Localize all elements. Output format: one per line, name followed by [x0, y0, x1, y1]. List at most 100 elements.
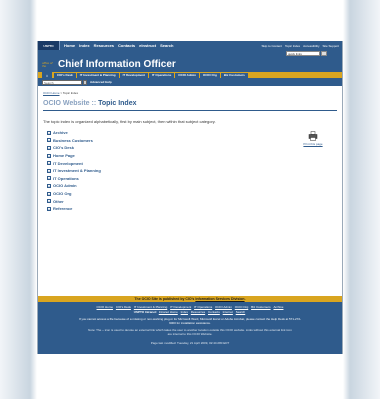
page-title-text: Topic Index: [98, 100, 137, 107]
quick-links-go-button[interactable]: [321, 51, 327, 56]
footer-intranet-label: USPTO Intranet:: [133, 310, 157, 314]
menu-cios-desk[interactable]: CIO's Desk: [54, 72, 76, 78]
quick-links-select[interactable]: quick links: [286, 51, 320, 56]
footer-link[interactable]: OCIO Home: [97, 305, 114, 309]
topic-it-investment[interactable]: IT Investment & Planning: [53, 168, 101, 173]
nav-einstruct-link[interactable]: eInstruct: [139, 43, 156, 48]
expand-plus-icon[interactable]: +: [47, 206, 51, 211]
menu-ocio-admin[interactable]: OCIO Admin: [175, 72, 199, 78]
footer-links: OCIO Home CIO's Desk IT Investment & Pla…: [38, 305, 342, 309]
printer-icon[interactable]: [308, 131, 318, 141]
footer-external-link-note: Note: The ~ icon is used to denote an ex…: [88, 328, 292, 336]
uspto-logo[interactable]: USPTO: [38, 41, 60, 50]
topic-list: + Archive + Business Customers + CIO's Desk…: [47, 129, 101, 213]
menu-it-operations[interactable]: IT Operations: [148, 72, 175, 78]
advanced-help-link[interactable]: Advanced Help: [90, 80, 112, 84]
footer-link[interactable]: IT Operations: [194, 305, 212, 309]
footer-intranet-links: USPTO Intranet: Intranet Home Index Reso…: [38, 310, 342, 314]
expand-plus-icon[interactable]: +: [47, 183, 51, 188]
skip-to-content-link[interactable]: Skip to Content: [261, 44, 282, 48]
footer-link[interactable]: OCIO Admin: [215, 305, 232, 309]
expand-plus-icon[interactable]: +: [47, 199, 51, 204]
nav-index-link[interactable]: Index: [79, 43, 89, 48]
topic-it-development[interactable]: IT Development: [53, 161, 83, 166]
print-page-link[interactable]: Print this page: [299, 142, 327, 146]
footer: OCIO Home CIO's Desk IT Investment & Pla…: [38, 302, 342, 354]
breadcrumb-home-link[interactable]: OCIO Home: [43, 91, 60, 95]
footer-link[interactable]: Archive: [273, 305, 283, 309]
footer-link[interactable]: IT Development: [170, 305, 191, 309]
topic-index-link[interactable]: Topic Index: [285, 44, 300, 48]
expand-plus-icon[interactable]: +: [47, 176, 51, 181]
banner-office-text: office of the: [42, 60, 53, 68]
topic-other[interactable]: Other: [53, 199, 64, 204]
footer-isd-link[interactable]: Information Services Division: [195, 297, 244, 301]
footer-link[interactable]: Resources: [191, 310, 205, 314]
menu-it-investment[interactable]: IT Investment & Planning: [76, 72, 119, 78]
topic-ocio-org[interactable]: OCIO Org: [53, 191, 71, 196]
top-right-links: Skip to Content Topic Index Accessibilit…: [261, 44, 339, 48]
expand-plus-icon[interactable]: +: [47, 145, 51, 150]
list-item[interactable]: + Business Customers: [47, 137, 101, 145]
expand-plus-icon[interactable]: +: [47, 168, 51, 173]
topic-cios-desk[interactable]: CIO's Desk: [53, 145, 74, 150]
menu-it-development[interactable]: IT Development: [119, 72, 148, 78]
expand-plus-icon[interactable]: +: [47, 138, 51, 143]
nav-search-link[interactable]: Search: [160, 43, 173, 48]
footer-link[interactable]: Biz Customers: [251, 305, 271, 309]
quick-links-row: quick links: [38, 50, 342, 57]
nav-home-link[interactable]: Home: [64, 43, 75, 48]
nav-resources-link[interactable]: Resources: [94, 43, 114, 48]
breadcrumb: OCIO Home > Topic Index: [43, 91, 78, 95]
menu-ocio-org[interactable]: OCIO Org: [200, 72, 220, 78]
topic-archive[interactable]: Archive: [53, 130, 68, 135]
topic-ocio-admin[interactable]: OCIO Admin: [53, 183, 77, 188]
footer-link[interactable]: Intranet Home: [159, 310, 178, 314]
list-item[interactable]: + IT Investment & Planning: [47, 167, 101, 175]
search-go-button[interactable]: [83, 79, 87, 85]
accessibility-link[interactable]: Accessibility: [303, 44, 319, 48]
footer-link[interactable]: Contacts: [208, 310, 220, 314]
footer-published-text: The OCIO Site is published by CIO's: [134, 297, 196, 301]
page-container: USPTO Home Index Resources Contacts eIns…: [37, 41, 343, 354]
nav-contacts-link[interactable]: Contacts: [118, 43, 135, 48]
footer-link[interactable]: Search: [236, 310, 246, 314]
topic-home-page[interactable]: Home Page: [53, 153, 75, 158]
footer-plugin-note: If you cannot access a file because of a…: [78, 317, 302, 325]
footer-link[interactable]: IT Investment & Planning: [134, 305, 167, 309]
search-input[interactable]: Search: [42, 79, 82, 85]
expand-plus-icon[interactable]: +: [47, 153, 51, 158]
footer-link[interactable]: OCIO Org: [235, 305, 249, 309]
footer-link[interactable]: CIO's Desk: [116, 305, 131, 309]
title-divider: [43, 110, 337, 111]
expand-plus-icon[interactable]: +: [47, 191, 51, 196]
list-item[interactable]: + Archive: [47, 129, 101, 137]
menu-biz-customers[interactable]: Biz Customers: [220, 72, 248, 78]
list-item[interactable]: + CIO's Desk: [47, 144, 101, 152]
list-item[interactable]: + OCIO Org: [47, 190, 101, 198]
breadcrumb-current: Topic Index: [62, 91, 79, 95]
topic-it-operations[interactable]: IT Operations: [53, 176, 79, 181]
list-item[interactable]: + Reference: [47, 205, 101, 213]
footer-published-suffix: .: [244, 297, 246, 301]
list-item[interactable]: + Other: [47, 197, 101, 205]
list-item[interactable]: + Home Page: [47, 152, 101, 160]
topic-business-customers[interactable]: Business Customers: [53, 138, 93, 143]
list-item[interactable]: + IT Development: [47, 159, 101, 167]
site-support-link[interactable]: Site Support: [322, 44, 339, 48]
print-page[interactable]: Print this page: [299, 131, 327, 146]
topic-reference[interactable]: Reference: [53, 206, 72, 211]
list-item[interactable]: + IT Operations: [47, 175, 101, 183]
site-banner: office of the Chief Information Officer: [38, 57, 342, 72]
expand-plus-icon[interactable]: +: [47, 130, 51, 135]
intro-text: The topic index is organized alphabetica…: [43, 119, 216, 124]
expand-plus-icon[interactable]: +: [47, 161, 51, 166]
page-title-site: OCIO Website ::: [43, 100, 97, 107]
banner-title: Chief Information Officer: [58, 59, 176, 70]
list-item[interactable]: + OCIO Admin: [47, 182, 101, 190]
footer-link[interactable]: Index: [181, 310, 188, 314]
search-bar: Search Advanced Help: [38, 78, 342, 86]
top-navigation: USPTO Home Index Resources Contacts eIns…: [38, 41, 342, 50]
page-title: OCIO Website :: Topic Index: [43, 100, 136, 107]
footer-link[interactable]: Internet: [223, 310, 233, 314]
